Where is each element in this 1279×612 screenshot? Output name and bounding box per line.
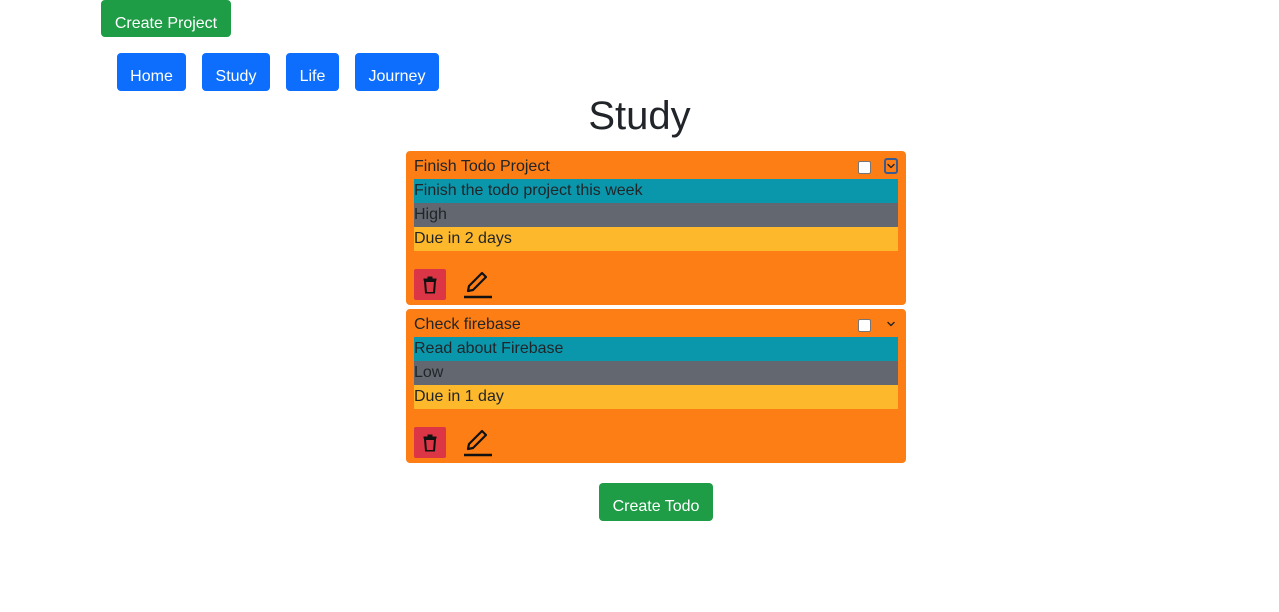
trash-icon [423, 276, 437, 293]
todo-card: Finish Todo Project Finish the todo proj… [406, 151, 906, 305]
todo-complete-checkbox[interactable] [858, 319, 871, 332]
todo-title: Check firebase [414, 316, 521, 333]
edit-todo-button[interactable] [462, 267, 494, 301]
delete-todo-button[interactable] [414, 427, 446, 458]
todo-expand-toggle[interactable] [884, 316, 898, 332]
todo-due-date: Due in 2 days [414, 227, 898, 251]
chevron-down-icon [887, 321, 895, 327]
nav-home-button[interactable]: Home [117, 53, 186, 91]
todo-priority: Low [414, 361, 898, 385]
nav-journey-button[interactable]: Journey [355, 53, 439, 91]
todo-due-date: Due in 1 day [414, 385, 898, 409]
todo-complete-checkbox[interactable] [858, 161, 871, 174]
todo-card: Check firebase Read about Firebase Low D… [406, 309, 906, 463]
todo-priority: High [414, 203, 898, 227]
nav-life-button[interactable]: Life [286, 53, 339, 91]
todo-description: Finish the todo project this week [414, 179, 898, 203]
todo-description: Read about Firebase [414, 337, 898, 361]
delete-todo-button[interactable] [414, 269, 446, 300]
todo-expand-toggle[interactable] [884, 158, 898, 174]
todo-title: Finish Todo Project [414, 158, 550, 175]
page-title: Study [588, 94, 691, 138]
pencil-icon [464, 429, 492, 457]
pencil-icon [464, 271, 492, 299]
trash-icon [423, 434, 437, 451]
edit-todo-button[interactable] [462, 425, 494, 459]
chevron-down-icon [887, 163, 895, 169]
create-project-button[interactable]: Create Project [101, 0, 231, 37]
create-todo-button[interactable]: Create Todo [599, 483, 713, 521]
nav-study-button[interactable]: Study [202, 53, 270, 91]
